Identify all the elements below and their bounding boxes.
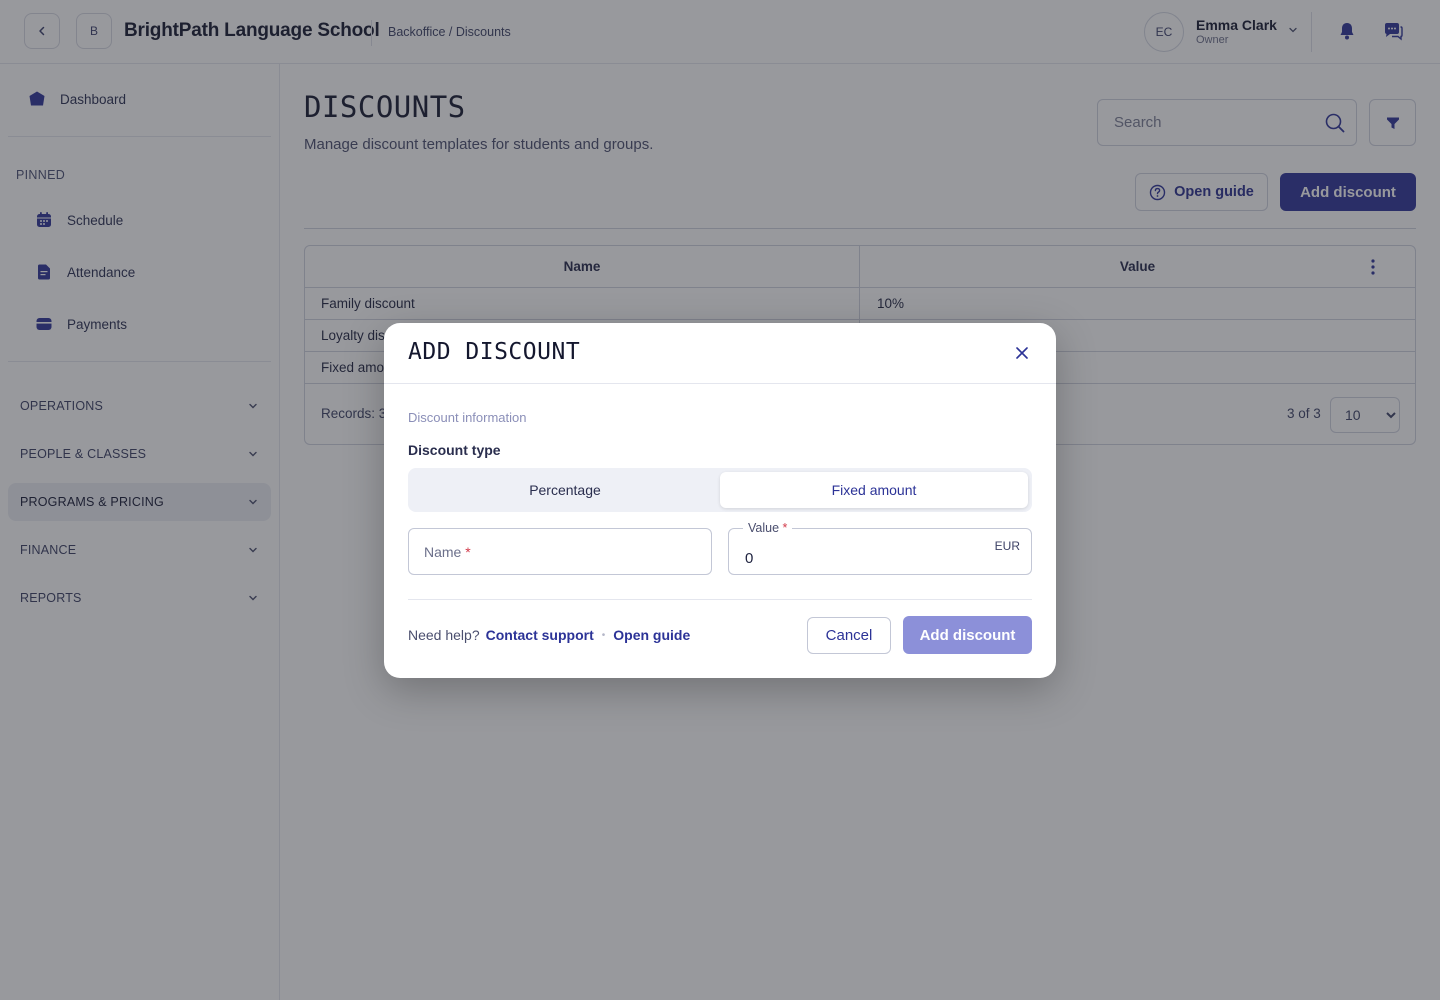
need-help-text: Need help?: [408, 627, 480, 643]
name-placeholder: Name *: [424, 544, 471, 560]
divider: [384, 383, 1056, 384]
divider: [408, 599, 1032, 600]
close-icon: [1016, 347, 1028, 359]
separator-dot: •: [601, 629, 606, 641]
value-label: Value *: [743, 521, 793, 535]
close-button[interactable]: [1012, 343, 1032, 363]
section-label: Discount information: [408, 410, 527, 425]
help-links: Need help? Contact support • Open guide: [408, 627, 690, 643]
required-mark: *: [782, 521, 788, 535]
discount-type-label: Discount type: [408, 442, 501, 458]
percentage-option[interactable]: Percentage: [412, 472, 718, 508]
submit-add-discount-button[interactable]: Add discount: [903, 616, 1032, 654]
required-mark: *: [465, 544, 471, 560]
cancel-button[interactable]: Cancel: [807, 617, 891, 654]
value-field[interactable]: Value * 0 EUR: [728, 521, 1032, 575]
currency-suffix: EUR: [994, 539, 1020, 553]
fixed-amount-option[interactable]: Fixed amount: [720, 472, 1028, 508]
value-input[interactable]: 0: [745, 550, 753, 567]
name-field[interactable]: Name *: [408, 528, 712, 575]
discount-type-toggle: Percentage Fixed amount: [408, 468, 1032, 512]
contact-support-link[interactable]: Contact support: [486, 627, 594, 643]
dialog-title: ADD DISCOUNT: [408, 339, 581, 365]
add-discount-dialog: ADD DISCOUNT Discount information Discou…: [384, 323, 1056, 678]
open-guide-link[interactable]: Open guide: [613, 627, 690, 643]
